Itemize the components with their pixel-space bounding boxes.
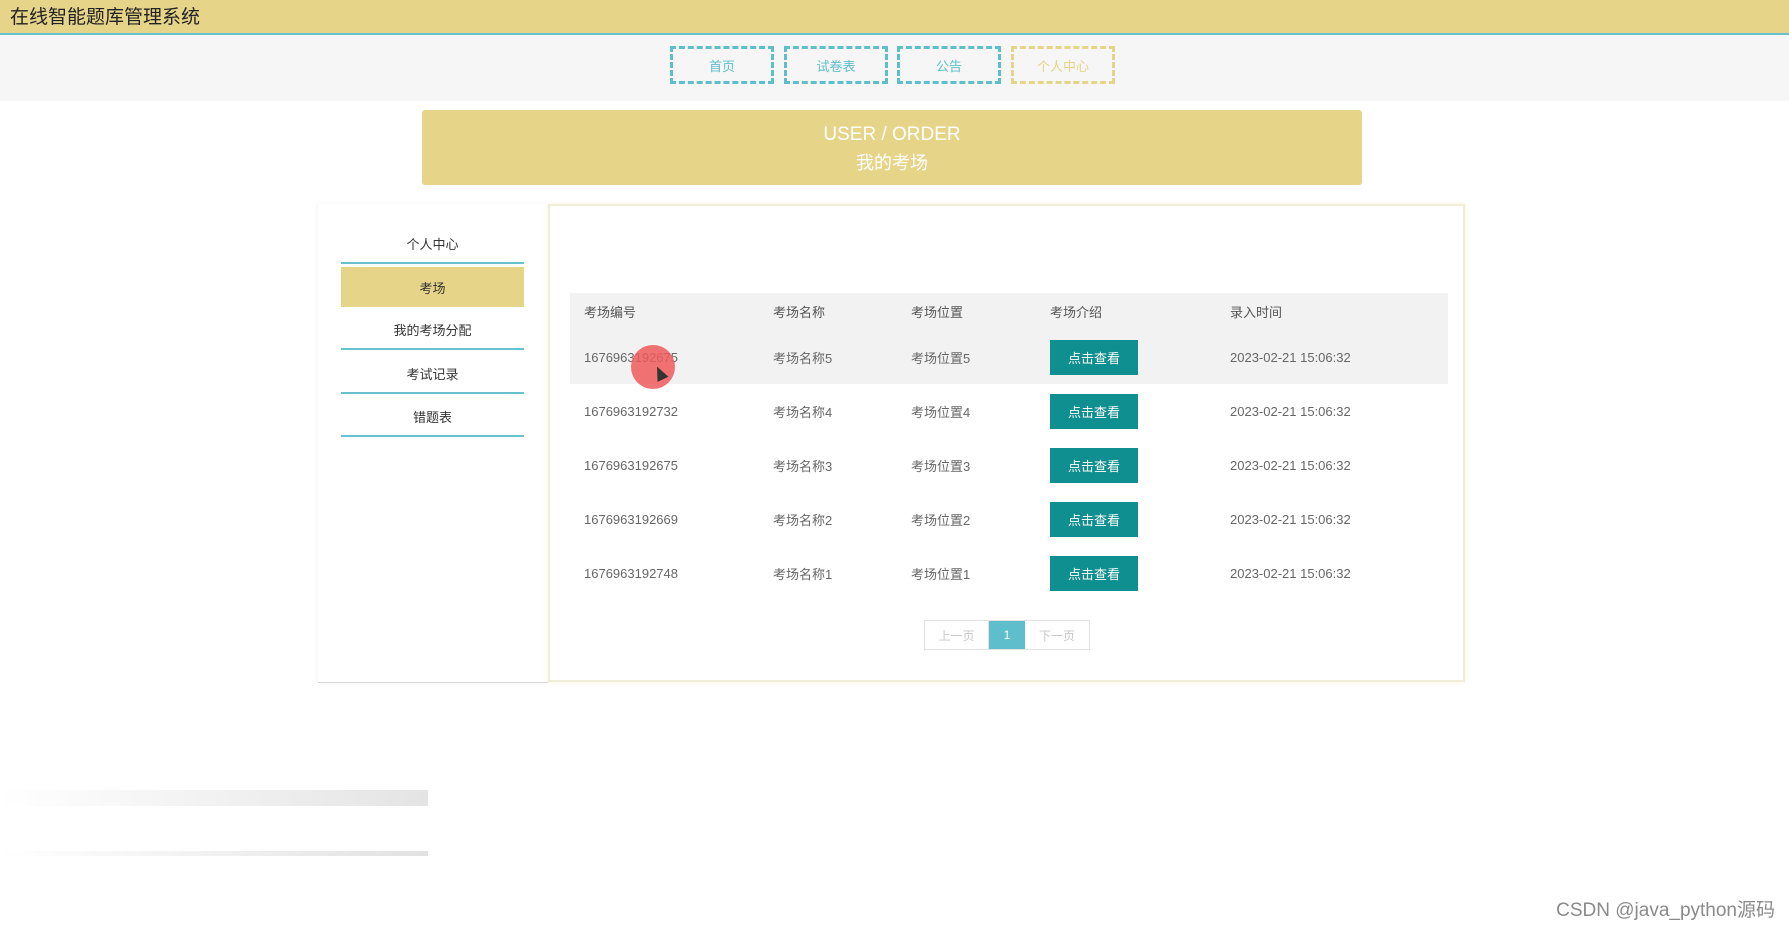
cell-room-id: 1676963192732 <box>584 403 678 419</box>
header-room-name: 考场名称 <box>773 305 826 320</box>
sidebar: 个人中心 考场 我的考场分配 考试记录 错题表 <box>318 204 548 683</box>
cell-room-location: 考场位置4 <box>911 404 971 420</box>
decorative-fade-line <box>0 851 428 856</box>
cell-room-name: 考场名称3 <box>773 458 833 474</box>
prev-page-button[interactable]: 上一页 <box>925 621 989 649</box>
cell-room-intro: 点击查看 <box>1050 546 1138 600</box>
cell-entry-time: 2023-02-21 15:06:32 <box>1230 565 1351 581</box>
cell-entry-time: 2023-02-21 15:06:32 <box>1230 349 1351 365</box>
cell-entry-time: 2023-02-21 15:06:32 <box>1230 403 1351 419</box>
app-title: 在线智能题库管理系统 <box>10 7 201 28</box>
current-page-button[interactable]: 1 <box>989 621 1025 649</box>
sidebar-item-wrong-questions[interactable]: 错题表 <box>341 397 524 437</box>
page-banner: USER / ORDER 我的考场 <box>422 110 1362 185</box>
table-row[interactable]: 1676963192669 考场名称2 考场位置2 点击查看 2023-02-2… <box>570 492 1448 546</box>
cell-room-id: 1676963192748 <box>584 565 678 581</box>
table-header: 考场编号 考场名称 考场位置 考场介绍 录入时间 <box>570 293 1448 330</box>
sidebar-item-exam-records[interactable]: 考试记录 <box>341 354 524 394</box>
content-panel: 考场编号 考场名称 考场位置 考场介绍 录入时间 1676963192675 考… <box>548 204 1465 682</box>
cell-room-name: 考场名称2 <box>773 512 833 528</box>
view-details-button[interactable]: 点击查看 <box>1050 555 1138 591</box>
top-bar: 在线智能题库管理系统 <box>0 0 1789 35</box>
cell-room-name: 考场名称4 <box>773 404 833 420</box>
cell-room-id: 1676963192675 <box>584 457 678 473</box>
table-row[interactable]: 1676963192732 考场名称4 考场位置4 点击查看 2023-02-2… <box>570 384 1448 438</box>
nav-home[interactable]: 首页 <box>670 46 774 84</box>
sidebar-item-my-room-assignment[interactable]: 我的考场分配 <box>341 310 524 350</box>
cell-room-intro: 点击查看 <box>1050 330 1138 384</box>
cell-entry-time: 2023-02-21 15:06:32 <box>1230 511 1351 527</box>
view-details-button[interactable]: 点击查看 <box>1050 501 1138 537</box>
nav-personal-center[interactable]: 个人中心 <box>1011 46 1115 84</box>
view-details-button[interactable]: 点击查看 <box>1050 393 1138 429</box>
cell-room-location: 考场位置1 <box>911 566 971 582</box>
cell-room-intro: 点击查看 <box>1050 384 1138 438</box>
header-room-id: 考场编号 <box>584 305 637 320</box>
cell-room-name: 考场名称5 <box>773 350 833 366</box>
view-details-button[interactable]: 点击查看 <box>1050 447 1138 483</box>
decorative-fade-bar <box>0 790 428 806</box>
nav-announcements[interactable]: 公告 <box>897 46 1001 84</box>
sidebar-item-exam-room[interactable]: 考场 <box>341 267 524 307</box>
pagination: 上一页 1 下一页 <box>924 620 1090 650</box>
watermark: CSDN @java_python源码 <box>1556 900 1775 921</box>
view-details-button[interactable]: 点击查看 <box>1050 339 1138 375</box>
nav-strip <box>0 35 1789 101</box>
cell-room-location: 考场位置3 <box>911 458 971 474</box>
cell-room-name: 考场名称1 <box>773 566 833 582</box>
exam-room-table: 考场编号 考场名称 考场位置 考场介绍 录入时间 1676963192675 考… <box>570 293 1448 600</box>
table-row[interactable]: 1676963192675 考场名称5 考场位置5 点击查看 2023-02-2… <box>570 330 1448 384</box>
header-entry-time: 录入时间 <box>1230 305 1283 320</box>
cell-room-id: 1676963192669 <box>584 511 678 527</box>
cell-room-intro: 点击查看 <box>1050 438 1138 492</box>
cell-entry-time: 2023-02-21 15:06:32 <box>1230 457 1351 473</box>
banner-chinese-title: 我的考场 <box>856 153 928 173</box>
sidebar-item-personal-center[interactable]: 个人中心 <box>341 224 524 264</box>
click-indicator <box>631 345 675 389</box>
header-room-location: 考场位置 <box>911 305 964 320</box>
cell-room-intro: 点击查看 <box>1050 492 1138 546</box>
cell-room-location: 考场位置2 <box>911 512 971 528</box>
table-row[interactable]: 1676963192675 考场名称3 考场位置3 点击查看 2023-02-2… <box>570 438 1448 492</box>
header-room-intro: 考场介绍 <box>1050 305 1103 320</box>
table-row[interactable]: 1676963192748 考场名称1 考场位置1 点击查看 2023-02-2… <box>570 546 1448 600</box>
banner-english-title: USER / ORDER <box>823 124 961 145</box>
cell-room-location: 考场位置5 <box>911 350 971 366</box>
next-page-button[interactable]: 下一页 <box>1025 621 1089 649</box>
nav-exam-papers[interactable]: 试卷表 <box>784 46 888 84</box>
